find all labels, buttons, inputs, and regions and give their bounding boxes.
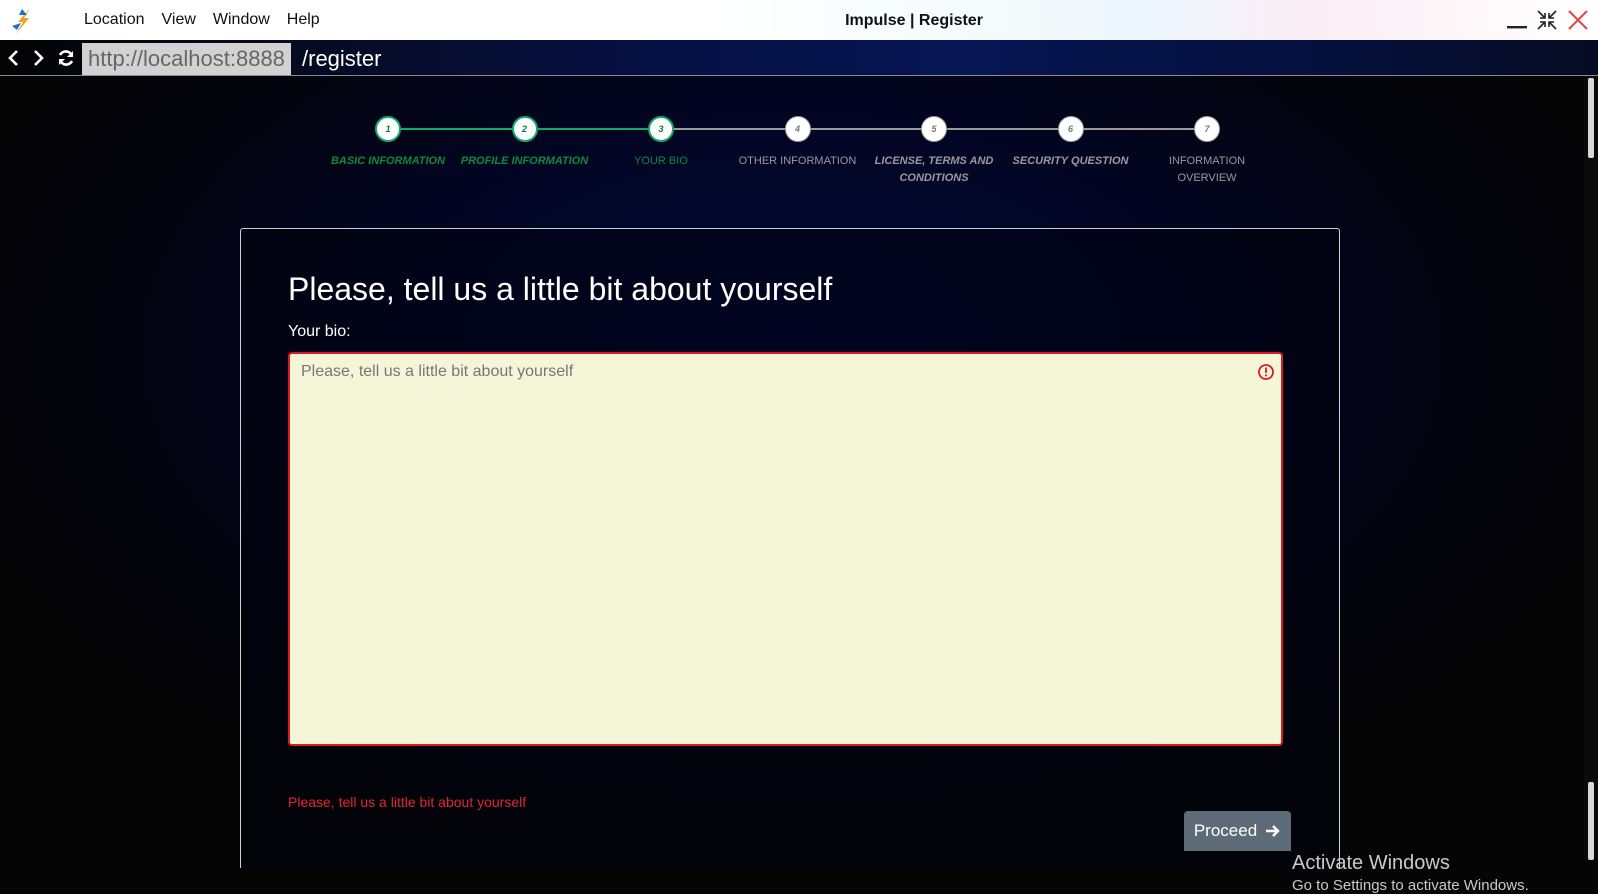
restore-icon[interactable] [1535,8,1559,32]
step-2-label: PROFILE INFORMATION [460,155,589,167]
bio-textarea[interactable] [288,352,1283,746]
page-content: 1 BASIC INFORMATION 2 PROFILE INFORMATION 3 Y… [0,76,1584,894]
step-6-circle[interactable]: 6 [1057,116,1084,142]
menu-view[interactable]: View [162,11,196,29]
window-title: Impulse | Register [845,12,983,29]
minimize-icon[interactable] [1505,8,1529,32]
close-icon[interactable] [1566,8,1590,32]
reload-icon[interactable] [56,48,76,68]
arrow-right-icon [1266,825,1280,837]
step-7-label: INFORMATION OVERVIEW [1168,155,1246,184]
proceed-button[interactable]: Proceed [1184,811,1291,851]
menu-help[interactable]: Help [287,11,320,29]
window-titlebar: Location View Window Help Impulse | Regi… [0,0,1598,40]
address-bar: http://localhost:8888 /register [0,40,1598,76]
back-icon[interactable] [4,48,24,68]
activate-windows-watermark: Activate Windows Go to Settings to activ… [1292,852,1529,894]
scrollbar-thumb[interactable] [1588,78,1594,158]
url-path[interactable]: /register [302,43,381,75]
scrollbar-track-end[interactable] [1588,782,1594,860]
step-6-label: SECURITY QUESTION [1012,155,1129,167]
error-icon [1258,364,1274,380]
step-2-circle[interactable]: 2 [511,116,538,142]
watermark-subtitle: Go to Settings to activate Windows. [1292,877,1529,894]
page-scrollbar[interactable] [1584,76,1598,860]
step-4-label: OTHER INFORMATION [738,155,857,167]
page-title: Please, tell us a little bit about yours… [288,271,833,307]
registration-stepper: 1 BASIC INFORMATION 2 PROFILE INFORMATION 3 Y… [0,76,1584,206]
step-7-circle[interactable]: 7 [1194,116,1220,142]
bio-label: Your bio: [288,323,351,340]
bio-card: Please, tell us a little bit about yours… [240,228,1340,868]
step-4-circle[interactable]: 4 [784,116,811,142]
menu-bar: Location View Window Help [84,0,320,40]
forward-icon[interactable] [28,48,48,68]
app-logo-icon [12,8,30,34]
url-host[interactable]: http://localhost:8888 [82,43,291,75]
step-5-label: LICENSE, TERMS AND CONDITIONS [874,155,994,184]
step-5-circle[interactable]: 5 [921,116,947,142]
watermark-title: Activate Windows [1292,852,1450,874]
proceed-label: Proceed [1193,821,1258,840]
step-1-label: BASIC INFORMATION [330,155,446,167]
menu-location[interactable]: Location [84,11,145,29]
step-1-circle[interactable]: 1 [375,116,401,142]
step-3-circle[interactable]: 3 [648,116,674,142]
bio-error-message: Please, tell us a little bit about yours… [288,794,527,810]
step-3-label: YOUR BIO [634,155,688,167]
menu-window[interactable]: Window [213,11,270,29]
